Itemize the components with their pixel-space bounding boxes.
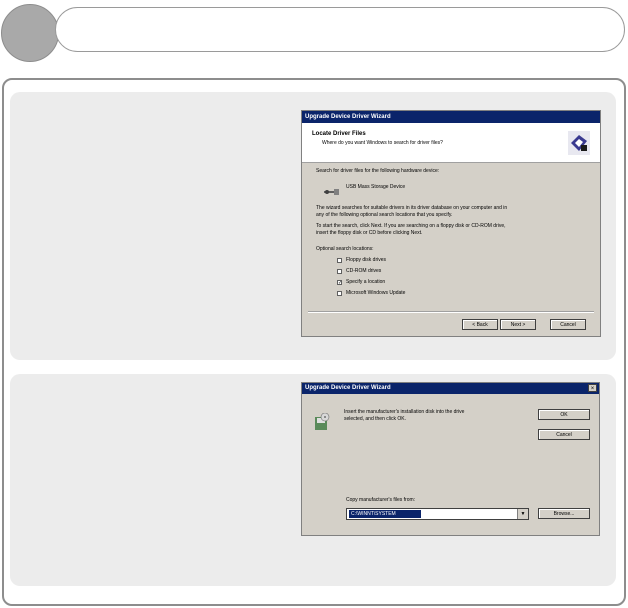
header-title: Locate Driver Files [312, 131, 366, 137]
instruction-line: To start the search, click Next. If you … [316, 223, 506, 229]
chevron-down-icon[interactable]: ▼ [517, 509, 528, 519]
path-value[interactable]: C:\WINNT\SYSTEM [349, 510, 421, 518]
option-label: Microsoft Windows Update [346, 290, 406, 296]
checkbox[interactable] [337, 290, 342, 296]
step-circle [1, 4, 59, 62]
option-label: Specify a location [346, 279, 386, 285]
copy-from-label: Copy manufacturer's files from: [346, 497, 416, 503]
option-label: CD-ROM drives [346, 268, 382, 274]
back-button[interactable]: < Back [462, 319, 498, 330]
checkbox[interactable] [337, 257, 342, 263]
message-line: selected, and then click OK. [344, 416, 406, 422]
path-combobox[interactable]: C:\WINNT\SYSTEM ▼ [346, 508, 529, 520]
locate-driver-files-window: Upgrade Device Driver Wizard Locate Driv… [301, 110, 601, 337]
option-specify-location[interactable]: ✓ Specify a location [337, 279, 385, 285]
divider [308, 311, 594, 313]
cancel-button[interactable]: Cancel [550, 319, 586, 330]
browse-button[interactable]: Browse... [538, 508, 590, 519]
option-label: Floppy disk drives [346, 257, 387, 263]
header-bar [55, 7, 625, 52]
install-disk-icon [314, 412, 330, 431]
header-subtitle: Where do you want Windows to search for … [322, 140, 443, 146]
insert-disk-window: Upgrade Device Driver Wizard × Insert th… [301, 382, 600, 536]
device-name: USB Mass Storage Device [346, 184, 406, 190]
ok-button[interactable]: OK [538, 409, 590, 420]
optional-locations-label: Optional search locations: [316, 246, 374, 252]
checkbox[interactable] [337, 268, 342, 274]
close-icon[interactable]: × [588, 384, 597, 392]
next-button[interactable]: Next > [500, 319, 536, 330]
option-windows-update[interactable]: Microsoft Windows Update [337, 290, 405, 296]
description-line: any of the following optional search loc… [316, 212, 453, 218]
window-title: Upgrade Device Driver Wizard [302, 383, 599, 394]
checkbox[interactable]: ✓ [337, 279, 342, 285]
wizard-header: Locate Driver Files Where do you want Wi… [302, 123, 600, 163]
window-title: Upgrade Device Driver Wizard [302, 111, 600, 123]
option-floppy[interactable]: Floppy disk drives [337, 257, 386, 263]
option-cdrom[interactable]: CD-ROM drives [337, 268, 381, 274]
search-text: Search for driver files for the followin… [316, 168, 440, 174]
description-line: The wizard searches for suitable drivers… [316, 205, 508, 211]
instruction-line: insert the floppy disk or CD before clic… [316, 230, 423, 236]
cancel-button[interactable]: Cancel [538, 429, 590, 440]
hardware-wizard-icon [566, 129, 592, 157]
usb-device-icon [324, 183, 340, 201]
message-line: Insert the manufacturer's installation d… [344, 409, 465, 415]
